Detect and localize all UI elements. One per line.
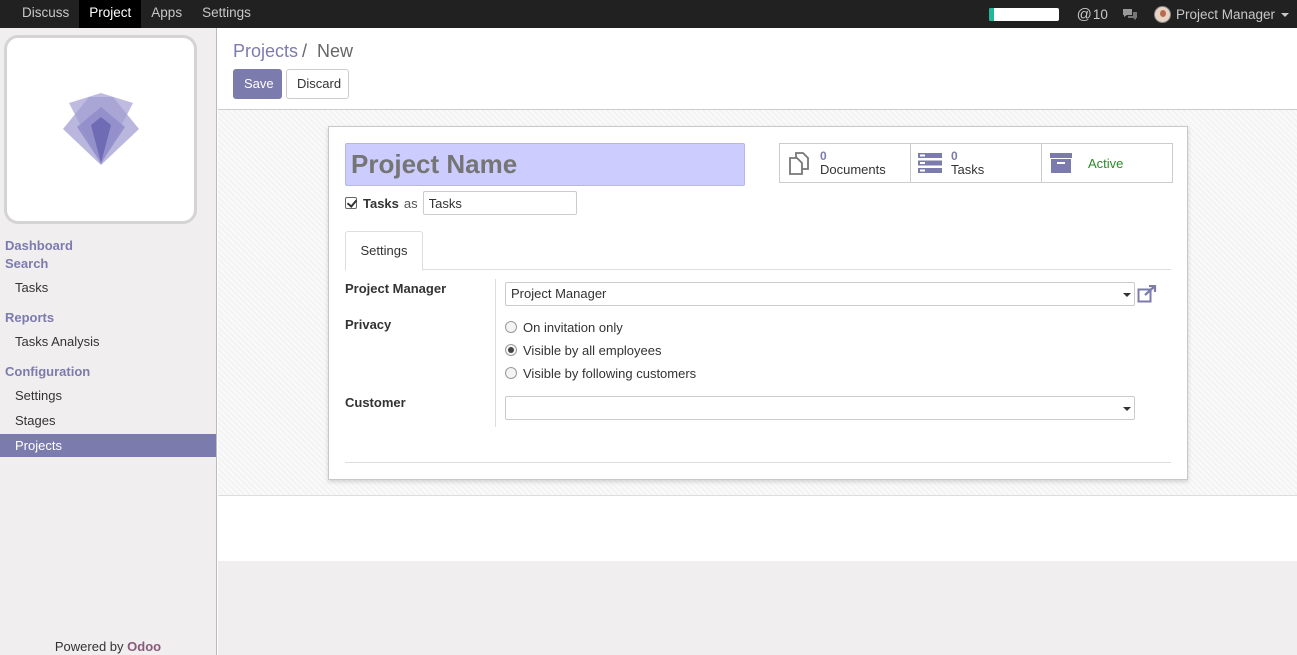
app-menu: Discuss Project Apps Settings — [12, 0, 261, 28]
systray: @ 10 Project Manager — [988, 0, 1289, 28]
privacy-option-label: On invitation only — [523, 319, 623, 335]
control-panel: Projects / New Save Discard — [218, 28, 1297, 110]
menu-discuss[interactable]: Discuss — [12, 0, 79, 28]
privacy-option-customers[interactable]: Visible by following customers — [505, 363, 696, 383]
active-status-label: Active — [1088, 155, 1124, 171]
tasks-count: 0 — [951, 149, 958, 163]
progress-fill — [988, 7, 995, 21]
mentions-counter[interactable]: @ 10 — [1077, 6, 1108, 23]
archive-box-icon — [1048, 150, 1074, 176]
tasks-checkbox[interactable] — [345, 197, 357, 209]
radio-customers[interactable] — [505, 367, 517, 379]
sidebar-item-stages[interactable]: Stages — [0, 409, 216, 432]
project-manager-value: Project Manager — [511, 286, 607, 301]
chat-bubbles-icon[interactable] — [1122, 8, 1138, 21]
documents-count: 0 — [820, 149, 827, 163]
customer-select[interactable] — [505, 396, 1135, 420]
radio-invitation[interactable] — [505, 321, 517, 333]
external-link-icon[interactable] — [1137, 284, 1157, 303]
sidebar-head-dashboard[interactable]: Dashboard — [5, 238, 73, 253]
tasks-label: Tasks — [951, 162, 985, 177]
breadcrumb-projects[interactable]: Projects — [233, 41, 298, 61]
user-menu[interactable]: Project Manager — [1153, 5, 1289, 23]
tasks-list-icon — [917, 150, 943, 176]
chevron-down-icon — [1123, 407, 1131, 411]
radio-employees[interactable] — [505, 344, 517, 356]
menu-project[interactable]: Project — [79, 0, 142, 28]
privacy-option-label: Visible by following customers — [523, 365, 697, 381]
progress-bar[interactable] — [988, 7, 1059, 21]
sidebar-item-tasks-analysis[interactable]: Tasks Analysis — [0, 330, 216, 353]
form-footer-area — [218, 497, 1297, 561]
menu-apps[interactable]: Apps — [141, 0, 192, 28]
sidebar-item-tasks[interactable]: Tasks — [0, 276, 216, 299]
tab-settings[interactable]: Settings — [345, 231, 423, 271]
chatter-divider — [345, 462, 1171, 463]
at-icon: @ — [1076, 5, 1092, 23]
company-logo — [4, 35, 197, 224]
tasks-button[interactable]: 0 Tasks — [911, 144, 1042, 182]
privacy-option-employees[interactable]: Visible by all employees — [505, 340, 662, 360]
user-avatar — [1153, 5, 1171, 23]
save-button[interactable]: Save — [233, 69, 282, 99]
sidebar-head-search[interactable]: Search — [5, 256, 48, 271]
active-toggle-button[interactable]: Active — [1042, 144, 1172, 182]
field-divider — [495, 279, 496, 427]
tasks-alias-input[interactable] — [422, 191, 577, 215]
sidebar: Dashboard Search Tasks Reports Tasks Ana… — [0, 28, 217, 655]
breadcrumb-current: New — [317, 41, 354, 61]
sidebar-item-settings[interactable]: Settings — [0, 384, 216, 407]
tasks-alias-row: Tasks as — [345, 191, 577, 215]
sidebar-head-reports[interactable]: Reports — [5, 310, 54, 325]
top-navbar: Discuss Project Apps Settings @ 10 Proje… — [0, 0, 1297, 28]
notebook-tabs: Settings — [345, 231, 1171, 271]
user-name: Project Manager — [1175, 6, 1275, 22]
project-name-input[interactable] — [345, 143, 745, 186]
documents-button[interactable]: 0 Documents — [780, 144, 911, 182]
as-label: as — [403, 195, 418, 211]
form-sheet: Tasks as 0 Documents 0 Tasks — [328, 126, 1188, 480]
privacy-label: Privacy — [345, 317, 392, 332]
sidebar-item-projects[interactable]: Projects — [0, 434, 216, 457]
sidebar-head-configuration[interactable]: Configuration — [5, 364, 90, 379]
project-manager-label: Project Manager — [345, 281, 447, 296]
breadcrumb: Projects / New — [233, 41, 353, 62]
chevron-down-icon — [1281, 13, 1289, 17]
page-background — [218, 561, 1297, 655]
privacy-option-invitation[interactable]: On invitation only — [505, 317, 623, 337]
discard-button[interactable]: Discard — [286, 69, 349, 99]
breadcrumb-separator: / — [302, 41, 308, 61]
documents-label: Documents — [820, 162, 886, 177]
project-manager-select[interactable]: Project Manager — [505, 282, 1135, 306]
logo-icon — [62, 92, 139, 165]
odoo-link[interactable]: Odoo — [127, 639, 161, 654]
smart-buttons: 0 Documents 0 Tasks Active — [779, 143, 1173, 183]
documents-icon — [786, 150, 812, 176]
chevron-down-icon — [1123, 293, 1131, 297]
menu-settings[interactable]: Settings — [192, 0, 261, 28]
powered-prefix: Powered by — [54, 639, 124, 654]
powered-by: Powered by Odoo — [0, 639, 216, 654]
privacy-option-label: Visible by all employees — [523, 342, 662, 358]
form-view: Tasks as 0 Documents 0 Tasks — [218, 110, 1297, 496]
tasks-checkbox-label: Tasks — [363, 195, 399, 211]
customer-label: Customer — [345, 395, 406, 410]
mention-count: 10 — [1092, 6, 1108, 22]
